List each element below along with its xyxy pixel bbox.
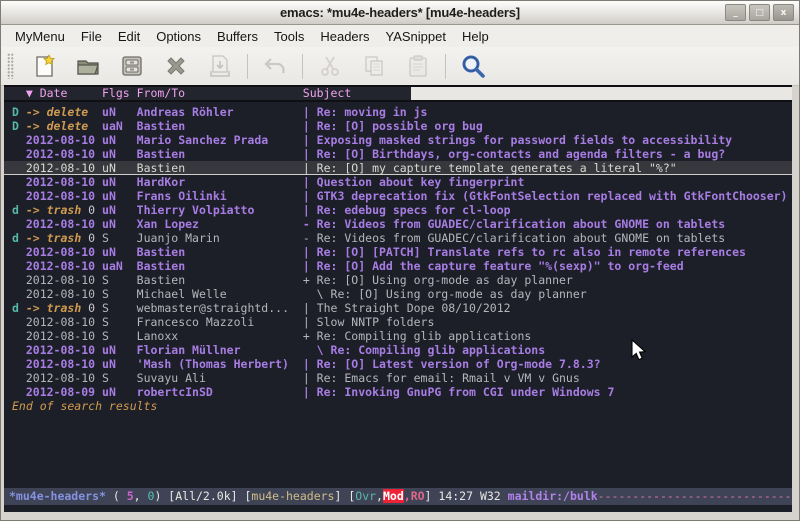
menu-edit[interactable]: Edit (110, 27, 148, 46)
modeline-segment-mod: Mod (383, 489, 404, 503)
mode-line[interactable]: *mu4e-headers* ( 5, 0) [All/2.0k] [mu4e-… (4, 488, 792, 505)
header-line: ▼ Date Flgs From/To Subject (4, 85, 792, 102)
message-row[interactable]: 2012-08-10 uN Mario Sanchez Prada | Expo… (4, 133, 792, 147)
message-row[interactable]: 2012-08-10 S Suvayu Ali | Re: Emacs for … (4, 371, 792, 385)
maximize-button[interactable]: □ (749, 4, 770, 21)
modeline-segment-num-magenta: 5 (127, 489, 134, 503)
message-row[interactable]: 2012-08-10 uN Bastien | Re: [O] my captu… (4, 161, 792, 175)
modeline-segment-dashes: ----------------------------------------… (598, 489, 792, 503)
message-row[interactable]: d -> trash 0 S Juanjo Marin - Re: Videos… (4, 231, 792, 245)
menu-tools[interactable]: Tools (266, 27, 312, 46)
save-as-icon[interactable] (207, 53, 233, 79)
menu-help[interactable]: Help (454, 27, 497, 46)
menu-buffers[interactable]: Buffers (209, 27, 266, 46)
modeline-segment-plain: , (134, 489, 148, 503)
modeline-segment-plain: 14:27 W32 (438, 489, 507, 503)
save-icon[interactable] (119, 53, 145, 79)
message-row[interactable]: 2012-08-10 uN Bastien | Re: [O] [PATCH] … (4, 245, 792, 259)
open-folder-icon[interactable] (75, 53, 101, 79)
paste-icon[interactable] (405, 53, 431, 79)
modeline-segment-plain: , (376, 489, 383, 503)
modeline-segment-buffer: *mu4e-headers* (9, 489, 106, 503)
menu-file[interactable]: File (73, 27, 110, 46)
new-file-icon[interactable] (31, 53, 57, 79)
toolbar-separator (302, 54, 303, 79)
message-row[interactable]: 2012-08-10 uN Frans Oilinki | GTK3 depre… (4, 189, 792, 203)
modeline-segment-ovr: Ovr (355, 489, 376, 503)
message-row[interactable]: 2012-08-09 uN robertcInSD | Re: Invoking… (4, 385, 792, 399)
title-bar[interactable]: emacs: *mu4e-headers* [mu4e-headers] _ □… (1, 1, 799, 25)
message-row[interactable]: D -> delete uaN Bastien | Re: [O] possib… (4, 119, 792, 133)
header-line-filler (411, 87, 792, 100)
message-row[interactable]: 2012-08-10 uN 'Mash (Thomas Herbert) | R… (4, 357, 792, 371)
search-icon[interactable] (460, 53, 486, 79)
message-row[interactable]: 2012-08-10 uaN Bastien | Re: [O] Add the… (4, 259, 792, 273)
close-buffer-icon[interactable] (163, 53, 189, 79)
close-button[interactable]: x (773, 4, 794, 21)
modeline-segment-ro: ,RO (404, 489, 425, 503)
message-row[interactable]: D -> delete uN Andreas Röhler | Re: movi… (4, 105, 792, 119)
window-buttons: _ □ x (725, 4, 794, 21)
toolbar-drag-handle[interactable] (7, 53, 14, 79)
modeline-segment-plain: ( (106, 489, 127, 503)
end-of-search-marker: End of search results (4, 399, 792, 413)
cut-icon[interactable] (317, 53, 343, 79)
modeline-segment-maildir: maildir:/bulk (508, 489, 598, 503)
message-row[interactable]: d -> trash 0 uN Thierry Volpiatto | Re: … (4, 203, 792, 217)
toolbar-separator (247, 54, 248, 79)
minimize-button[interactable]: _ (725, 4, 746, 21)
tool-bar (1, 47, 799, 86)
modeline-segment-mode: mu4e-headers (251, 489, 334, 503)
copy-icon[interactable] (361, 53, 387, 79)
message-row[interactable]: 2012-08-10 S Michael Welle \ Re: [O] Usi… (4, 287, 792, 301)
modeline-segment-plain: ] (425, 489, 439, 503)
message-row[interactable]: 2012-08-10 uN HardKor | Question about k… (4, 175, 792, 189)
menu-headers[interactable]: Headers (312, 27, 377, 46)
headers-list: D -> delete uN Andreas Röhler | Re: movi… (4, 102, 792, 399)
echo-area[interactable] (4, 505, 792, 512)
message-row[interactable]: 2012-08-10 uN Florian Müllner \ Re: Comp… (4, 343, 792, 357)
undo-icon[interactable] (262, 53, 288, 79)
message-row[interactable]: 2012-08-10 S Francesco Mazzoli | Slow NN… (4, 315, 792, 329)
message-row[interactable]: 2012-08-10 uN Xan Lopez - Re: Videos fro… (4, 217, 792, 231)
menu-bar: MyMenuFileEditOptionsBuffersToolsHeaders… (1, 25, 799, 47)
menu-yasnippet[interactable]: YASnippet (377, 27, 453, 46)
message-row[interactable]: 2012-08-10 S Bastien + Re: [O] Using org… (4, 273, 792, 287)
modeline-segment-plain: ) [All/2.0k] [ (154, 489, 251, 503)
header-line-columns: ▼ Date Flgs From/To Subject (4, 87, 411, 100)
mu4e-headers-buffer[interactable]: ▼ Date Flgs From/To Subject D -> delete … (4, 85, 792, 512)
message-row[interactable]: 2012-08-10 S Lanoxx + Re: Compiling glib… (4, 329, 792, 343)
menu-options[interactable]: Options (148, 27, 209, 46)
menu-mymenu[interactable]: MyMenu (7, 27, 73, 46)
window-title: emacs: *mu4e-headers* [mu4e-headers] (280, 5, 520, 20)
modeline-segment-plain: ] [ (334, 489, 355, 503)
message-row[interactable]: d -> trash 0 S webmaster@straightd... | … (4, 301, 792, 315)
message-row[interactable]: 2012-08-10 uN Bastien | Re: [O] Birthday… (4, 147, 792, 161)
toolbar-separator (445, 54, 446, 79)
